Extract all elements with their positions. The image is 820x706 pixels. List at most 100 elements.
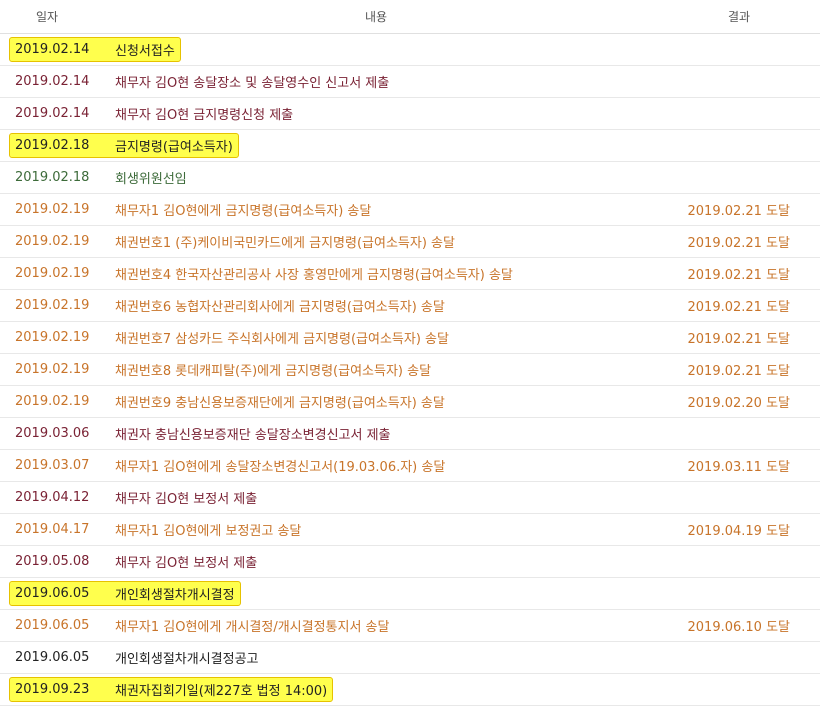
row-date-text: 2019.02.19 — [15, 234, 90, 249]
row-content: 채권번호4 한국자산관리공사 사장 홍영만에게 금지명령(급여소득자) 송달 — [100, 264, 660, 283]
row-date: 2019.06.05 — [0, 618, 100, 633]
row-date: 2019.04.12 — [0, 490, 100, 505]
row-result-text: 2019.03.11 도달 — [687, 460, 791, 475]
row-date: 2019.06.05 — [0, 650, 100, 665]
row-date: 2019.02.18 — [0, 170, 100, 185]
row-date-text: 2019.02.18 — [15, 138, 90, 153]
row-content-text: 채무자 김O현 금지명령신청 제출 — [115, 108, 294, 123]
table-row: 2019.06.05 채무자1 김O현에게 개시결정/개시결정통지서 송달 2019… — [0, 610, 820, 642]
row-content-text: 채권번호4 한국자산관리공사 사장 홍영만에게 금지명령(급여소득자) 송달 — [115, 268, 513, 283]
table-row: 2019.02.19 채권번호9 충남신용보증재단에게 금지명령(급여소득자) 송… — [0, 386, 820, 418]
row-date: 2019.02.19 — [0, 298, 100, 313]
row-content-text: 채권자 충남신용보증재단 송달장소변경신고서 제출 — [115, 428, 391, 443]
row-date: 2019.05.08 — [0, 554, 100, 569]
row-date-text: 2019.02.19 — [15, 394, 90, 409]
row-date: 2019.02.19 — [0, 330, 100, 345]
row-content: 채권번호7 삼성카드 주식회사에게 금지명령(급여소득자) 송달 — [100, 328, 660, 347]
table-row: 2019.03.06 채권자 충남신용보증재단 송달장소변경신고서 제출 — [0, 418, 820, 450]
row-content: 채무자1 김O현에게 보정권고 송달 — [100, 520, 660, 539]
row-content-text: 채권번호7 삼성카드 주식회사에게 금지명령(급여소득자) 송달 — [115, 332, 449, 347]
table-row: 2019.02.18 금지명령(급여소득자) — [0, 130, 820, 162]
row-date-text: 2019.02.19 — [15, 330, 90, 345]
row-content: 채무자1 김O현에게 금지명령(급여소득자) 송달 — [100, 200, 660, 219]
row-date-text: 2019.06.05 — [15, 618, 90, 633]
row-date: 2019.02.14 — [0, 74, 100, 89]
row-date-text: 2019.05.08 — [15, 554, 90, 569]
table-row: 2019.05.08 채무자 김O현 보정서 제출 — [0, 546, 820, 578]
row-date: 2019.02.14 — [0, 42, 100, 57]
row-date-text: 2019.02.19 — [15, 266, 90, 281]
row-date-text: 2019.04.17 — [15, 522, 90, 537]
table-row: 2019.02.19 채무자1 김O현에게 금지명령(급여소득자) 송달 2019.… — [0, 194, 820, 226]
row-result-text: 2019.02.21 도달 — [687, 204, 791, 219]
table-row: 2019.09.23 채권자집회기일(제227호 법정 14:00) — [0, 674, 820, 706]
row-content: 채권번호8 롯데캐피탈(주)에게 금지명령(급여소득자) 송달 — [100, 360, 660, 379]
row-result: 2019.02.21 도달 — [660, 264, 820, 283]
row-content: 채무자1 김O현에게 송달장소변경신고서(19.03.06.자) 송달 — [100, 456, 660, 475]
table-row: 2019.06.05 개인회생절차개시결정 — [0, 578, 820, 610]
table-row: 2019.02.14 채무자 김O현 송달장소 및 송달영수인 신고서 제출 — [0, 66, 820, 98]
row-result-text: 2019.02.21 도달 — [687, 332, 791, 347]
row-content-text: 채권번호8 롯데캐피탈(주)에게 금지명령(급여소득자) 송달 — [115, 364, 432, 379]
row-result: 2019.02.20 도달 — [660, 392, 820, 411]
row-content-text: 채무자 김O현 송달장소 및 송달영수인 신고서 제출 — [115, 76, 390, 91]
row-result-text: 2019.02.20 도달 — [687, 396, 791, 411]
table-row: 2019.02.14 채무자 김O현 금지명령신청 제출 — [0, 98, 820, 130]
row-content: 채무자 김O현 송달장소 및 송달영수인 신고서 제출 — [100, 72, 660, 91]
table-row: 2019.04.12 채무자 김O현 보정서 제출 — [0, 482, 820, 514]
row-content: 채권자 충남신용보증재단 송달장소변경신고서 제출 — [100, 424, 660, 443]
row-content-text: 회생위원선임 — [115, 172, 187, 187]
row-date: 2019.03.06 — [0, 426, 100, 441]
row-date: 2019.06.05 — [0, 586, 100, 601]
row-content: 회생위원선임 — [100, 168, 660, 187]
header-date: 일자 — [35, 10, 59, 24]
row-result: 2019.04.19 도달 — [660, 520, 820, 539]
row-content: 개인회생절차개시결정공고 — [100, 648, 660, 667]
table-header: 일자 내용 결과 — [0, 0, 820, 34]
row-date: 2019.02.14 — [0, 106, 100, 121]
row-content: 신청서접수 — [100, 40, 660, 59]
row-date-text: 2019.02.19 — [15, 298, 90, 313]
row-content: 채권번호6 농협자산관리회사에게 금지명령(급여소득자) 송달 — [100, 296, 660, 315]
row-date-text: 2019.02.14 — [15, 42, 90, 57]
row-date: 2019.02.19 — [0, 394, 100, 409]
table-row: 2019.02.19 채권번호4 한국자산관리공사 사장 홍영만에게 금지명령(급… — [0, 258, 820, 290]
row-content-text: 채권자집회기일(제227호 법정 14:00) — [115, 684, 328, 699]
row-result: 2019.02.21 도달 — [660, 200, 820, 219]
row-result: 2019.03.11 도달 — [660, 456, 820, 475]
row-content-text: 채무자1 김O현에게 송달장소변경신고서(19.03.06.자) 송달 — [115, 460, 446, 475]
table-row: 2019.04.17 채무자1 김O현에게 보정권고 송달 2019.04.19 도… — [0, 514, 820, 546]
row-date-text: 2019.03.07 — [15, 458, 90, 473]
row-content: 채권번호9 충남신용보증재단에게 금지명령(급여소득자) 송달 — [100, 392, 660, 411]
row-result-text: 2019.04.19 도달 — [687, 524, 791, 539]
row-result-text: 2019.02.21 도달 — [687, 300, 791, 315]
row-content: 채무자 김O현 금지명령신청 제출 — [100, 104, 660, 123]
row-date: 2019.02.19 — [0, 234, 100, 249]
row-date: 2019.02.19 — [0, 362, 100, 377]
row-content: 채무자 김O현 보정서 제출 — [100, 552, 660, 571]
table-row: 2019.02.18 회생위원선임 — [0, 162, 820, 194]
row-content-text: 채권번호6 농협자산관리회사에게 금지명령(급여소득자) 송달 — [115, 300, 445, 315]
row-date-text: 2019.03.06 — [15, 426, 90, 441]
row-content-text: 개인회생절차개시결정공고 — [115, 652, 259, 667]
row-content: 채무자1 김O현에게 개시결정/개시결정통지서 송달 — [100, 616, 660, 635]
row-date-text: 2019.02.19 — [15, 202, 90, 217]
row-date: 2019.03.07 — [0, 458, 100, 473]
table-row: 2019.02.14 신청서접수 — [0, 34, 820, 66]
row-date-text: 2019.06.05 — [15, 586, 90, 601]
row-content: 채무자 김O현 보정서 제출 — [100, 488, 660, 507]
row-date: 2019.09.23 — [0, 682, 100, 697]
row-result-text: 2019.02.21 도달 — [687, 268, 791, 283]
row-date-text: 2019.06.05 — [15, 650, 90, 665]
table-row: 2019.02.19 채권번호8 롯데캐피탈(주)에게 금지명령(급여소득자) 송… — [0, 354, 820, 386]
row-result: 2019.02.21 도달 — [660, 360, 820, 379]
row-result: 2019.02.21 도달 — [660, 328, 820, 347]
row-content-text: 개인회생절차개시결정 — [115, 588, 235, 603]
row-result: 2019.02.21 도달 — [660, 296, 820, 315]
row-date-text: 2019.02.14 — [15, 74, 90, 89]
row-result-text: 2019.06.10 도달 — [687, 620, 791, 635]
row-content-text: 신청서접수 — [115, 44, 175, 59]
row-result-text: 2019.02.21 도달 — [687, 364, 791, 379]
row-result-text: 2019.02.21 도달 — [687, 236, 791, 251]
table-row: 2019.03.07 채무자1 김O현에게 송달장소변경신고서(19.03.06.… — [0, 450, 820, 482]
